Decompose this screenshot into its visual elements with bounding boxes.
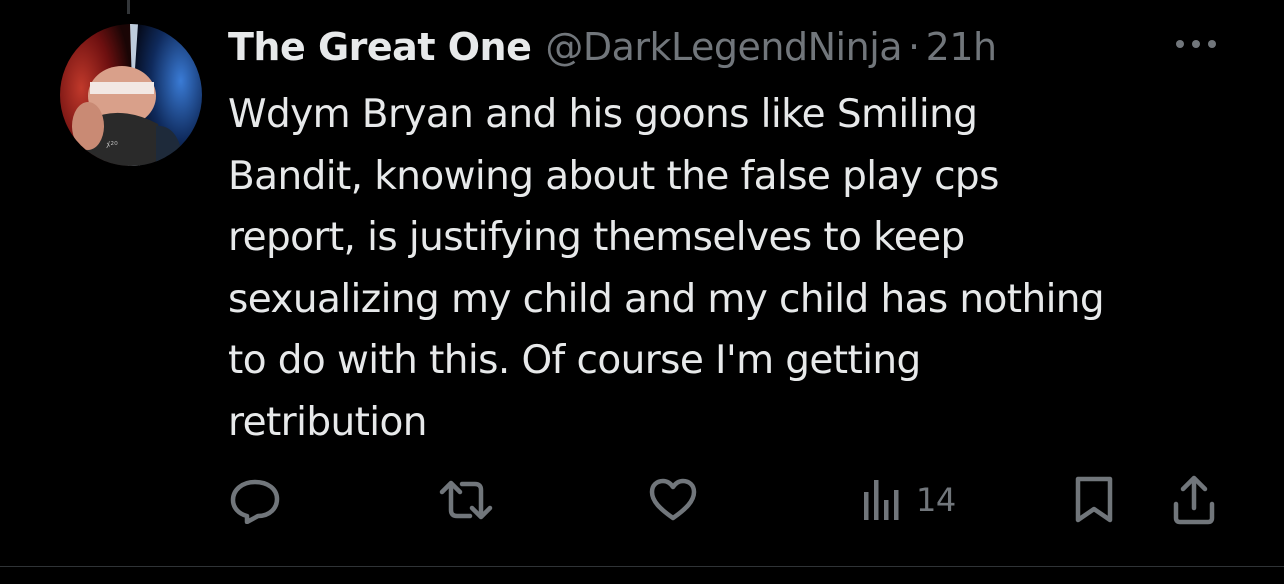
author-display-name[interactable]: The Great One — [228, 25, 532, 69]
bookmark-icon — [1075, 476, 1113, 523]
reply-button[interactable] — [228, 472, 282, 528]
author-handle[interactable]: @DarkLegendNinja — [545, 25, 902, 69]
avatar-image: ﾒ²⁰ — [60, 24, 202, 166]
share-icon — [1173, 475, 1215, 525]
header-separator: · — [908, 25, 920, 69]
avatar[interactable]: ﾒ²⁰ — [60, 24, 202, 166]
views-count: 14 — [916, 481, 956, 519]
tweet-text-line: Bandit, knowing about the false play cps — [228, 153, 999, 199]
reply-icon — [230, 479, 280, 524]
heart-icon — [649, 478, 697, 521]
more-options-button[interactable] — [1168, 24, 1224, 64]
share-button[interactable] — [1170, 472, 1218, 528]
more-horizontal-icon — [1176, 40, 1216, 48]
tweet-text-line: report, is justifying themselves to keep — [228, 215, 965, 260]
tweet-header: The Great One @DarkLegendNinja · 21h — [228, 18, 997, 76]
svg-text:ﾒ²⁰: ﾒ²⁰ — [106, 141, 118, 151]
tweet-divider — [0, 566, 1284, 567]
bookmark-button[interactable] — [1072, 472, 1116, 528]
views-bar-chart-icon — [864, 480, 899, 520]
tweet-text-line: sexualizing my child and my child has no… — [228, 276, 1105, 322]
thread-connector-line — [127, 0, 130, 14]
tweet[interactable]: ﾒ²⁰ The Great One @DarkLegendNinja · 21h… — [0, 0, 1284, 584]
tweet-action-bar: 14 — [0, 472, 1284, 528]
tweet-text-line: Wdym Bryan and his goons like Smiling — [228, 92, 978, 137]
tweet-text-line: to do with this. Of course I'm getting — [228, 338, 921, 383]
tweet-timestamp[interactable]: 21h — [926, 25, 997, 69]
repost-button[interactable] — [438, 472, 494, 528]
like-button[interactable] — [648, 472, 698, 528]
views-button[interactable]: 14 — [860, 472, 956, 528]
repost-icon — [439, 480, 493, 520]
tweet-text: Wdym Bryan and his goons like Smiling Ba… — [228, 84, 1248, 453]
tweet-text-line: retribution — [228, 399, 428, 445]
